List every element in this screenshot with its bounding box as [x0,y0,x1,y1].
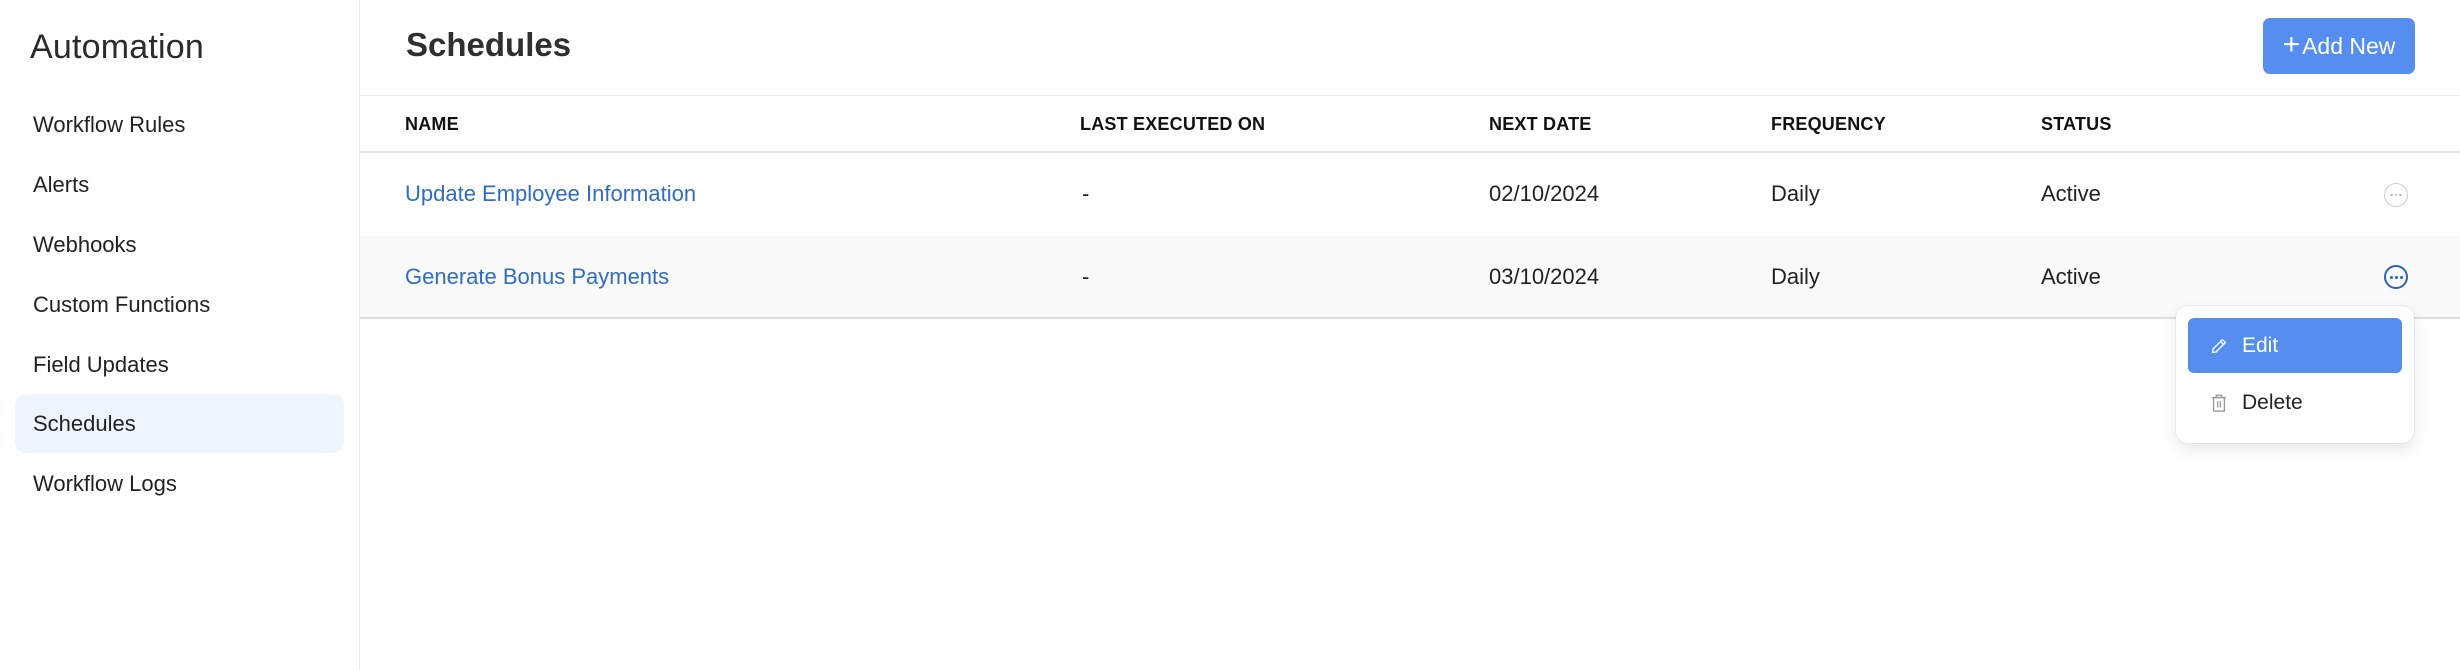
table-header: NAME LAST EXECUTED ON NEXT DATE FREQUENC… [360,95,2460,153]
schedule-name-link[interactable]: Update Employee Information [405,153,696,235]
pencil-icon [2211,338,2227,353]
add-new-button[interactable]: + Add New [2263,18,2415,74]
add-new-label: Add New [2302,32,2396,59]
column-header-last-executed-on[interactable]: LAST EXECUTED ON [1080,96,1265,152]
sidebar: Automation Workflow Rules Alerts Webhook… [0,0,360,670]
sidebar-item-label: Custom Functions [33,291,211,317]
sidebar-item-webhooks[interactable]: Webhooks [15,215,344,274]
main-content: Schedules + Add New NAME LAST EXECUTED O… [360,0,2460,670]
sidebar-item-schedules[interactable]: Schedules [15,394,344,453]
status-cell: Active [2041,181,2101,206]
sidebar-item-field-updates[interactable]: Field Updates [15,335,344,394]
sidebar-item-alerts[interactable]: Alerts [15,155,344,214]
menu-item-label: Delete [2242,390,2303,414]
column-header-status[interactable]: STATUS [2041,96,2112,152]
sidebar-item-label: Workflow Rules [33,111,186,137]
row-actions-button[interactable] [2384,265,2408,289]
table-row: Generate Bonus Payments - 03/10/2024 Dai… [360,236,2460,319]
sidebar-item-label: Field Updates [33,351,169,377]
sidebar-item-workflow-rules[interactable]: Workflow Rules [15,95,344,154]
column-header-next-date[interactable]: NEXT DATE [1489,96,1591,152]
ellipsis-circle-icon [2390,193,2402,197]
sidebar-item-label: Schedules [33,410,136,436]
plus-icon: + [2282,27,2301,61]
table-row: Update Employee Information - 02/10/2024… [360,153,2460,236]
page-title: Schedules [406,26,572,63]
last-executed-cell: - [1082,263,1090,289]
sidebar-item-label: Workflow Logs [33,470,177,496]
status-cell: Active [2041,263,2101,289]
row-actions-button[interactable] [2384,183,2408,207]
ellipsis-circle-icon [2389,275,2403,279]
frequency-cell: Daily [1771,181,1820,206]
last-executed-cell: - [1082,181,1090,206]
column-header-name[interactable]: NAME [405,96,459,152]
trash-icon [2211,394,2227,412]
schedules-table: NAME LAST EXECUTED ON NEXT DATE FREQUENC… [360,95,2460,319]
menu-item-delete[interactable]: Delete [2188,375,2402,430]
app-root: Automation Workflow Rules Alerts Webhook… [0,0,2460,670]
row-actions-menu: Edit Delete [2176,306,2414,443]
next-date-cell: 03/10/2024 [1489,263,1600,289]
frequency-cell: Daily [1771,263,1820,289]
sidebar-item-label: Webhooks [33,231,137,257]
sidebar-item-workflow-logs[interactable]: Workflow Logs [15,454,344,513]
schedule-name-link[interactable]: Generate Bonus Payments [405,236,669,317]
menu-item-edit[interactable]: Edit [2188,318,2402,373]
sidebar-item-label: Alerts [33,171,90,197]
next-date-cell: 02/10/2024 [1489,181,1600,206]
sidebar-item-custom-functions[interactable]: Custom Functions [15,275,344,334]
menu-item-label: Edit [2242,333,2279,357]
sidebar-title: Automation [30,28,204,66]
column-header-frequency[interactable]: FREQUENCY [1771,96,1886,152]
